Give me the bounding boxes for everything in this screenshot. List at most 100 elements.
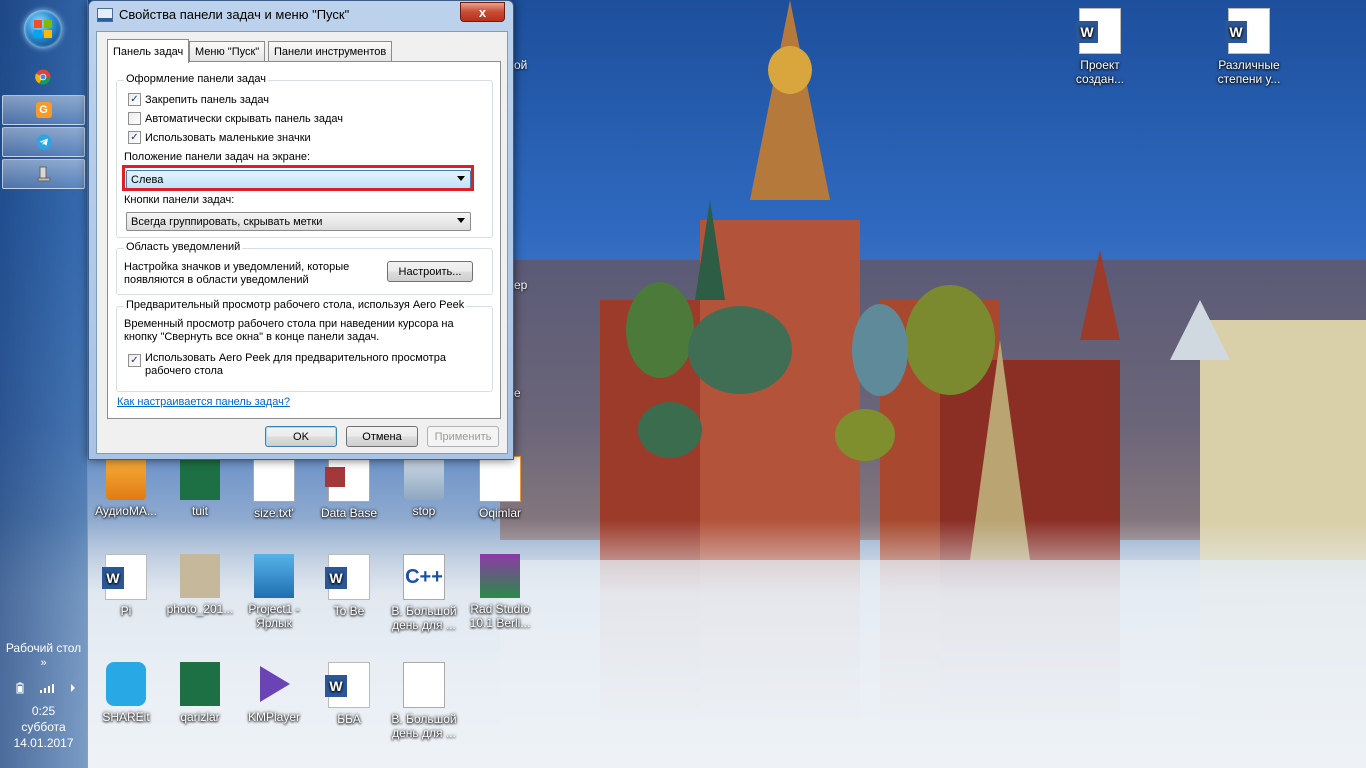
apply-button[interactable]: Применить: [427, 426, 499, 447]
highlight-annotation: [122, 165, 474, 191]
tab-taskbar[interactable]: Панель задач: [107, 39, 190, 63]
checkbox-use-aero-peek[interactable]: ✓ Использовать Aero Peek для предварител…: [128, 352, 455, 378]
kmplayer-icon: [254, 662, 294, 706]
desktop-icon-bba[interactable]: W ББА: [311, 662, 387, 726]
desktop-icon-label: size.txt': [254, 506, 294, 520]
audio-app-icon: [106, 456, 146, 500]
tab-label: Меню "Пуск": [195, 46, 260, 58]
checkbox-label: Использовать маленькие значки: [145, 131, 311, 144]
desktop-icon-big-day-2[interactable]: В. Большой день для ...: [386, 662, 462, 740]
word-document-icon: W: [325, 554, 370, 600]
aero-peek-description: Временный просмотр рабочего стола при на…: [124, 318, 454, 343]
clock-date[interactable]: 14.01.2017: [0, 736, 87, 750]
group-taskbar-appearance: Оформление панели задач ✓ Закрепить пане…: [116, 73, 493, 238]
desktop-icon-word-degrees[interactable]: W Различные степени у...: [1211, 8, 1287, 86]
close-button[interactable]: x: [460, 2, 505, 22]
checkbox-lock-taskbar[interactable]: ✓ Закрепить панель задач: [128, 93, 269, 106]
desktop-icon-kmplayer[interactable]: KMPlayer: [236, 662, 312, 724]
desktop-icon-label: Различные степени у...: [1217, 58, 1281, 86]
checkbox-autohide-taskbar[interactable]: Автоматически скрывать панель задач: [128, 112, 343, 125]
photo-thumbnail-icon: [180, 554, 220, 598]
desktop-icon-label: Oqimlar: [478, 506, 521, 520]
desktop-icon-label: Pi: [120, 604, 132, 618]
buttons-label: Кнопки панели задач:: [124, 194, 235, 206]
network-signal-icon[interactable]: [39, 683, 55, 693]
checkbox-box[interactable]: [128, 112, 141, 125]
help-link[interactable]: Как настраивается панель задач?: [117, 396, 290, 408]
computer-settings-icon: [37, 166, 50, 182]
group-title: Предварительный просмотр рабочего стола,…: [124, 299, 467, 311]
taskbar-control-panel[interactable]: [2, 159, 85, 189]
start-button[interactable]: [24, 10, 62, 48]
desktop-icon-label: Project1 - Ярлык: [248, 602, 300, 630]
word-document-icon: W: [1225, 8, 1270, 54]
taskbar-properties-dialog: Свойства панели задач и меню "Пуск" x Па…: [88, 0, 514, 460]
button-label: Настроить...: [398, 265, 462, 278]
desktop-icon-audio[interactable]: АудиоМА...: [88, 456, 164, 518]
hidden-icon-label-fragment: е: [514, 386, 521, 400]
word-document-icon: W: [102, 554, 147, 600]
tab-start-menu[interactable]: Меню "Пуск": [189, 41, 266, 62]
group-aero-peek: Предварительный просмотр рабочего стола,…: [116, 299, 493, 392]
access-database-icon: [325, 456, 370, 502]
tab-toolbars[interactable]: Панели инструментов: [268, 41, 393, 62]
dropdown-arrow-icon: [457, 218, 465, 223]
desktop-icon-label: SHAREit: [102, 710, 150, 724]
taskbar-properties-icon: [97, 7, 113, 22]
desktop-icon-tuit[interactable]: tuit: [162, 456, 238, 518]
dialog-client-area: Панель задач Меню "Пуск" Панели инструме…: [96, 31, 508, 454]
word-document-icon: W: [325, 662, 370, 708]
taskbar-grammarly[interactable]: G: [2, 95, 85, 125]
desktop-icon-data-base[interactable]: Data Base: [311, 456, 387, 520]
checkbox-small-icons[interactable]: ✓ Использовать маленькие значки: [128, 131, 311, 144]
taskbar-telegram[interactable]: [2, 127, 85, 157]
word-document-icon: W: [1076, 8, 1121, 54]
cancel-button[interactable]: Отмена: [346, 426, 418, 447]
customize-button[interactable]: Настроить...: [387, 261, 473, 282]
shareit-icon: [106, 662, 146, 706]
project-shortcut-icon: [254, 554, 294, 598]
checkbox-label: Автоматически скрывать панель задач: [145, 112, 344, 125]
button-label: Отмена: [362, 430, 402, 443]
desktop-icon-label: Data Base: [320, 506, 378, 520]
dialog-title: Свойства панели задач и меню "Пуск": [119, 7, 350, 22]
desktop-icon-oqimlar[interactable]: Oqimlar: [462, 456, 538, 520]
desktop-icon-pi[interactable]: W Pi: [88, 554, 164, 618]
checkbox-box[interactable]: ✓: [128, 354, 141, 367]
excel-icon: [180, 456, 220, 500]
desktop-icon-qarizlar[interactable]: qarizlar: [162, 662, 238, 724]
desktop-toolbar-label[interactable]: Рабочий стол: [0, 641, 87, 655]
desktop-icon-size-txt[interactable]: size.txt': [236, 456, 312, 520]
dialog-titlebar[interactable]: Свойства панели задач и меню "Пуск": [97, 7, 349, 22]
desktop-icon-photo[interactable]: photo_201...: [162, 554, 238, 616]
desktop-icon-label: KMPlayer: [247, 710, 300, 724]
desktop-icon-shareit[interactable]: SHAREit: [88, 662, 164, 724]
desktop-icon-to-be[interactable]: W To Be: [311, 554, 387, 618]
cpp-file-icon: C++: [403, 554, 445, 600]
ok-button[interactable]: OK: [265, 426, 337, 447]
desktop-icon-label: Проект создан...: [1075, 58, 1125, 86]
desktop-icon-stop[interactable]: stop: [386, 456, 462, 518]
taskbar-chrome[interactable]: [2, 63, 83, 91]
desktop-icon-word-project[interactable]: W Проект создан...: [1062, 8, 1138, 86]
desktop-expand-icon[interactable]: »: [0, 657, 87, 669]
group-notification-area: Область уведомлений Настройка значков и …: [116, 241, 493, 295]
desktop-icon-cpp-day[interactable]: C++ В. Большой день для ...: [386, 554, 462, 632]
checkbox-box[interactable]: ✓: [128, 93, 141, 106]
tray-expand-arrow-icon[interactable]: [70, 683, 76, 693]
clock-time[interactable]: 0:25: [0, 704, 87, 718]
clock-day[interactable]: суббота: [0, 720, 87, 734]
taskbar-buttons-select[interactable]: Всегда группировать, скрывать метки: [126, 212, 471, 231]
checkbox-box[interactable]: ✓: [128, 131, 141, 144]
group-title: Область уведомлений: [124, 241, 243, 253]
g-app-icon: G: [35, 102, 52, 118]
battery-icon[interactable]: [16, 682, 24, 694]
pdf-document-icon: [479, 456, 521, 502]
tab-panel-taskbar: Оформление панели задач ✓ Закрепить пане…: [107, 61, 501, 419]
desktop-icon-label: To Be: [333, 604, 365, 618]
desktop-icon-project1-shortcut[interactable]: Project1 - Ярлык: [236, 554, 312, 630]
checkbox-label: Закрепить панель задач: [145, 93, 270, 106]
windows-logo-icon: [34, 20, 52, 38]
checkbox-label: Использовать Aero Peek для предварительн…: [145, 352, 446, 377]
desktop-icon-rad-studio[interactable]: Rad Studio 10.1 Berli...: [462, 554, 538, 630]
